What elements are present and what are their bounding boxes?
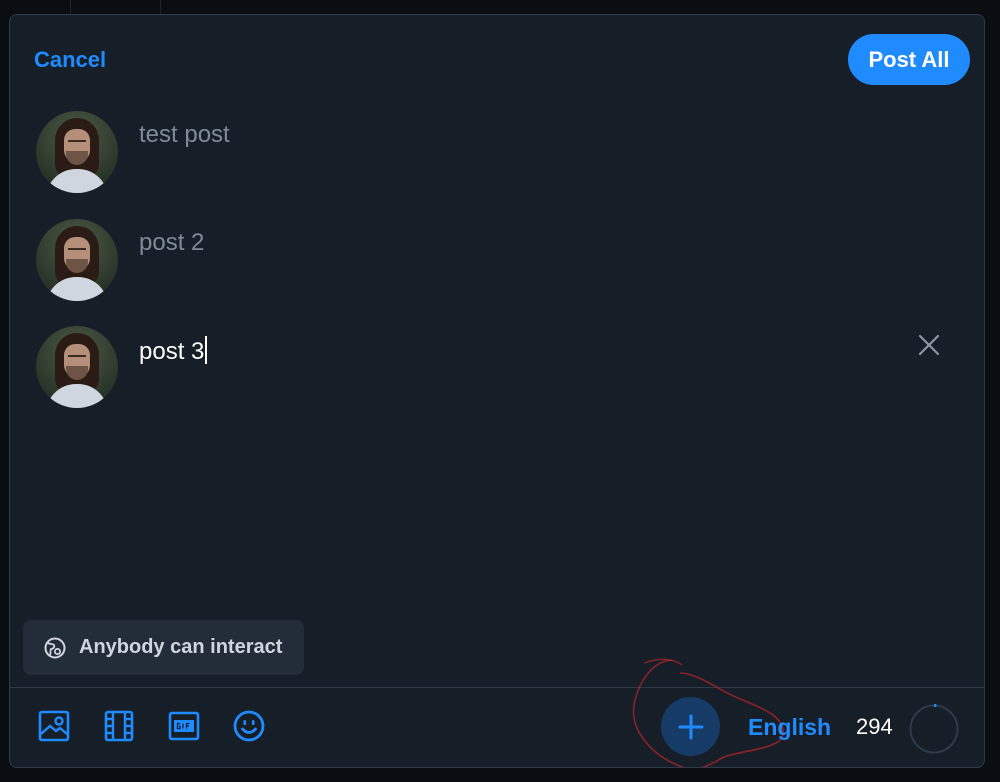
thread-post-3: post 3 [36,326,956,408]
text-cursor [205,336,208,364]
avatar [36,326,118,408]
close-icon[interactable] [916,332,942,358]
interaction-settings-button[interactable]: Anybody can interact [23,620,304,675]
interaction-settings-label: Anybody can interact [79,636,283,658]
globe-icon [44,637,66,658]
backdrop-divider [70,0,71,14]
post-text-input-active[interactable]: post 3 [139,336,208,366]
avatar [36,219,118,301]
post-all-button[interactable]: Post All [848,34,970,85]
plus-icon [678,714,703,739]
language-selector[interactable]: English [748,714,831,741]
character-progress-ring [909,703,959,754]
post-text-input[interactable]: test post [139,121,230,149]
thread-post-2: post 2 [36,219,956,301]
character-count: 294 [856,714,893,739]
cancel-button[interactable]: Cancel [34,47,106,73]
gif-icon[interactable] [166,708,202,744]
thread-post-1: test post [36,111,956,193]
post-text-input[interactable]: post 2 [139,229,204,257]
image-icon[interactable] [36,708,72,744]
backdrop-divider [160,0,161,14]
post-text: post 3 [139,338,205,365]
add-post-button[interactable] [661,697,720,756]
composer-modal: Cancel Post All test post post 2 post 3 [9,14,985,768]
emoji-icon[interactable] [231,708,267,744]
avatar [36,111,118,193]
toolbar-divider [10,687,984,688]
video-icon[interactable] [101,708,137,744]
